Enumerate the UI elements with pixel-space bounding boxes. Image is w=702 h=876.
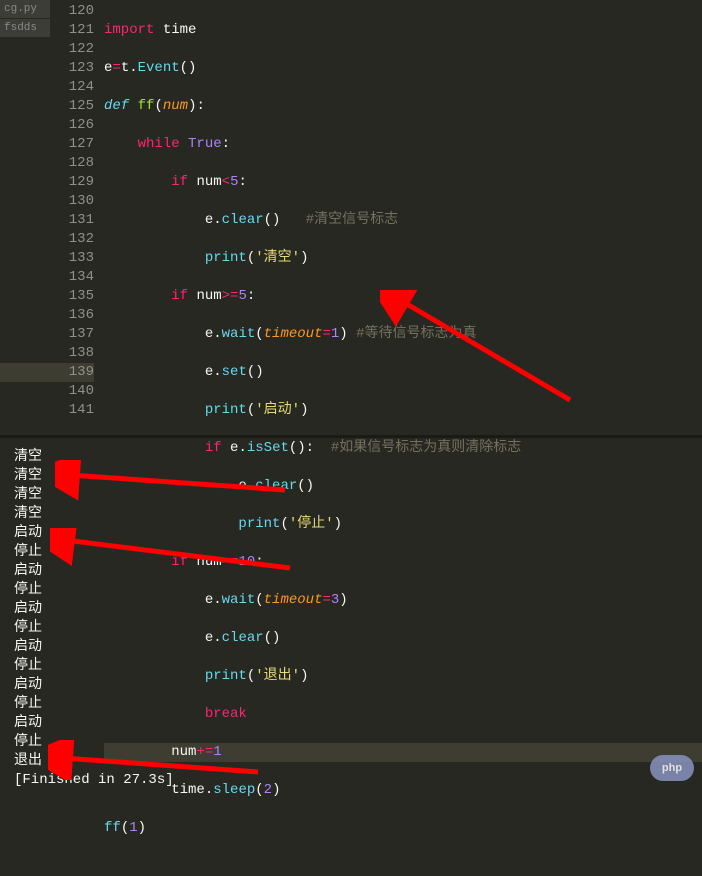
- line-number: 140: [0, 382, 94, 401]
- code-line: ff(1): [104, 819, 702, 838]
- line-number: 122: [0, 40, 94, 59]
- code-line: e=t.Event(): [104, 59, 702, 78]
- line-number: 132: [0, 230, 94, 249]
- editor-pane: 1201211221231241251261271281291301311321…: [0, 0, 702, 438]
- code-line: print('退出'): [104, 667, 702, 686]
- code-line: print('清空'): [104, 249, 702, 268]
- code-line: e.clear(): [104, 629, 702, 648]
- code-line: e.wait(timeout=3): [104, 591, 702, 610]
- line-number: 139: [0, 363, 94, 382]
- line-number: 138: [0, 344, 94, 363]
- line-number: 130: [0, 192, 94, 211]
- code-line: e.clear() #清空信号标志: [104, 211, 702, 230]
- code-line: if num>=5:: [104, 287, 702, 306]
- line-number: 125: [0, 97, 94, 116]
- code-line: while True:: [104, 135, 702, 154]
- line-number: 123: [0, 59, 94, 78]
- code-line: if e.isSet(): #如果信号标志为真则清除标志: [104, 439, 702, 458]
- code-line: print('启动'): [104, 401, 702, 420]
- line-number: 133: [0, 249, 94, 268]
- line-number: 136: [0, 306, 94, 325]
- code-line: def ff(num):: [104, 97, 702, 116]
- line-number: 134: [0, 268, 94, 287]
- code-line: print('停止'): [104, 515, 702, 534]
- code-line: if num==10:: [104, 553, 702, 572]
- tab-file-1[interactable]: cg.py: [0, 0, 50, 19]
- tab-bar: cg.py fsdds: [0, 0, 50, 38]
- line-number: 141: [0, 401, 94, 420]
- code-line: import time: [104, 21, 702, 40]
- code-line: time.sleep(2): [104, 781, 702, 800]
- line-number: 127: [0, 135, 94, 154]
- code-line: e.clear(): [104, 477, 702, 496]
- code-line-highlighted: num+=1: [104, 743, 702, 762]
- line-number: 126: [0, 116, 94, 135]
- code-line: e.set(): [104, 363, 702, 382]
- line-gutter: 1201211221231241251261271281291301311321…: [0, 0, 104, 435]
- tab-file-2[interactable]: fsdds: [0, 19, 50, 38]
- line-number: 128: [0, 154, 94, 173]
- line-number: 137: [0, 325, 94, 344]
- line-number: 131: [0, 211, 94, 230]
- code-line: if num<5:: [104, 173, 702, 192]
- code-line: e.wait(timeout=1) #等待信号标志为真: [104, 325, 702, 344]
- php-watermark: php: [650, 755, 694, 781]
- code-area[interactable]: import time e=t.Event() def ff(num): whi…: [104, 0, 702, 435]
- code-line: break: [104, 705, 702, 724]
- line-number: 124: [0, 78, 94, 97]
- line-number: 129: [0, 173, 94, 192]
- line-number: 135: [0, 287, 94, 306]
